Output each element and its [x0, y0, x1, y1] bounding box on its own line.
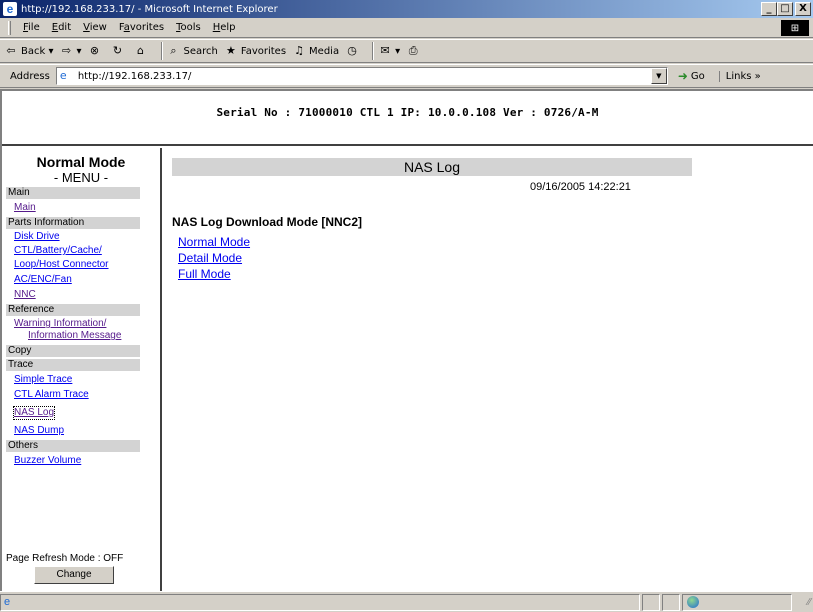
back-button[interactable]: ⇦ Back ▾	[4, 44, 53, 58]
menu-view[interactable]: View	[77, 22, 113, 33]
section-parts-information: Parts Information	[6, 217, 140, 229]
page-refresh-mode: Page Refresh Mode : OFF	[6, 553, 124, 564]
sidebar-item-ctl-battery-cache[interactable]: CTL/Battery/Cache/	[14, 245, 160, 257]
status-bar: e ⁄⁄	[0, 591, 813, 612]
sidebar-item-main[interactable]: Main	[14, 202, 160, 214]
zone-pane	[682, 593, 792, 611]
address-url: http://192.168.233.17/	[77, 70, 192, 82]
links-button[interactable]: Links »	[718, 70, 761, 82]
mode-title: Normal Mode	[36, 154, 126, 170]
maximize-button[interactable]: □	[777, 2, 793, 16]
page-title: NAS Log	[172, 158, 692, 176]
mail-icon: ✉	[380, 44, 390, 57]
print-icon: ⎙	[408, 44, 418, 57]
sidebar-menu: Normal Mode - MENU - Main Main Parts Inf…	[2, 148, 162, 593]
page-content: Serial No : 71000010 CTL 1 IP: 10.0.0.10…	[0, 89, 813, 593]
sidebar-item-ac-enc-fan[interactable]: AC/ENC/Fan	[14, 274, 160, 286]
address-input[interactable]: e http://192.168.233.17/ ▼	[55, 67, 668, 85]
forward-arrow-icon: ⇨	[61, 44, 72, 57]
status-pane-progress	[642, 593, 660, 611]
sidebar-item-nas-log[interactable]: NAS Log	[12, 406, 56, 420]
sidebar-item-ctl-alarm-trace[interactable]: CTL Alarm Trace	[14, 389, 160, 401]
serial-info: Serial No : 71000010 CTL 1 IP: 10.0.0.10…	[216, 106, 599, 119]
address-dropdown-icon[interactable]: ▼	[650, 68, 667, 84]
stop-icon: ⊗	[89, 44, 100, 57]
sidebar-item-nnc[interactable]: NNC	[14, 289, 160, 301]
stop-button[interactable]: ⊗	[88, 44, 105, 58]
home-icon: ⌂	[137, 44, 144, 57]
windows-flag-icon: ⊞	[781, 20, 809, 36]
window-titlebar: e http://192.168.233.17/ - Microsoft Int…	[0, 0, 813, 18]
address-label: Address	[10, 70, 50, 82]
section-trace: Trace	[6, 359, 140, 371]
go-arrow-icon: ➜	[677, 69, 688, 83]
sidebar-item-nas-dump[interactable]: NAS Dump	[14, 425, 160, 437]
internet-zone-icon	[687, 596, 699, 608]
sidebar-item-buzzer-volume[interactable]: Buzzer Volume	[14, 455, 160, 467]
sidebar-item-simple-trace[interactable]: Simple Trace	[14, 374, 160, 386]
menu-bar: File Edit View Favorites Tools Help ⊞	[0, 18, 813, 38]
sidebar-item-warning-information[interactable]: Warning Information/	[14, 318, 160, 330]
sidebar-item-disk-drive[interactable]: Disk Drive	[14, 231, 160, 243]
resize-grip-icon[interactable]: ⁄⁄	[808, 597, 811, 608]
download-mode-heading: NAS Log Download Mode [NNC2]	[172, 215, 362, 229]
menu-help[interactable]: Help	[207, 22, 242, 33]
forward-button[interactable]: ⇨ ▾	[59, 44, 82, 58]
close-button[interactable]: X	[795, 2, 811, 16]
header-frame: Serial No : 71000010 CTL 1 IP: 10.0.0.10…	[2, 91, 813, 146]
minimize-button[interactable]: _	[761, 2, 777, 16]
download-mode-links: Normal Mode Detail Mode Full Mode	[178, 234, 250, 282]
menu-file[interactable]: File	[17, 22, 46, 33]
detail-mode-link[interactable]: Detail Mode	[178, 250, 250, 266]
section-main: Main	[6, 187, 140, 199]
sidebar-item-information-message[interactable]: Information Message	[28, 330, 160, 342]
sidebar-item-loop-host-connector[interactable]: Loop/Host Connector	[14, 259, 160, 271]
favorites-star-icon: ★	[225, 44, 236, 57]
address-bar: Address e http://192.168.233.17/ ▼ ➜ Go L…	[0, 64, 813, 88]
favorites-button[interactable]: ★ Favorites	[224, 44, 286, 58]
toolbar-separator	[372, 42, 375, 60]
go-button[interactable]: ➜ Go	[678, 69, 705, 83]
full-mode-link[interactable]: Full Mode	[178, 266, 250, 282]
history-icon: ◷	[347, 44, 357, 57]
mail-button[interactable]: ✉ ▾	[378, 44, 400, 58]
menubar-grip	[8, 20, 11, 35]
section-reference: Reference	[6, 304, 140, 316]
search-button[interactable]: ⌕ Search	[167, 44, 217, 58]
window-title: http://192.168.233.17/ - Microsoft Inter…	[21, 3, 278, 15]
refresh-icon: ↻	[112, 44, 123, 57]
menu-label: - MENU -	[53, 170, 109, 185]
section-others: Others	[6, 440, 140, 452]
status-text-pane: e	[0, 593, 640, 611]
menu-favorites[interactable]: Favorites	[113, 22, 170, 33]
toolbar: ⇦ Back ▾ ⇨ ▾ ⊗ ↻ ⌂ ⌕ Search ★ Favorites ♫ Med…	[0, 39, 813, 63]
media-button[interactable]: ♫ Media	[292, 44, 339, 58]
ie-logo-icon: e	[3, 2, 17, 16]
timestamp: 09/16/2005 14:22:21	[530, 181, 631, 193]
normal-mode-link[interactable]: Normal Mode	[178, 234, 250, 250]
home-button[interactable]: ⌂	[134, 44, 151, 58]
print-button[interactable]: ⎙	[406, 44, 423, 58]
page-done-icon: e	[4, 596, 11, 608]
main-content: NAS Log 09/16/2005 14:22:21 NAS Log Down…	[164, 148, 813, 593]
status-pane-security	[662, 593, 680, 611]
menu-tools[interactable]: Tools	[170, 22, 207, 33]
page-icon: e	[59, 69, 67, 82]
menu-edit[interactable]: Edit	[46, 22, 77, 33]
back-arrow-icon: ⇦	[6, 44, 16, 57]
search-icon: ⌕	[170, 44, 177, 57]
change-button[interactable]: Change	[34, 566, 114, 584]
toolbar-separator	[160, 42, 163, 60]
refresh-button[interactable]: ↻	[111, 44, 128, 58]
window-controls: _ □ X	[761, 2, 811, 16]
history-button[interactable]: ◷	[345, 44, 362, 58]
media-icon: ♫	[294, 44, 304, 57]
section-copy: Copy	[6, 345, 140, 357]
